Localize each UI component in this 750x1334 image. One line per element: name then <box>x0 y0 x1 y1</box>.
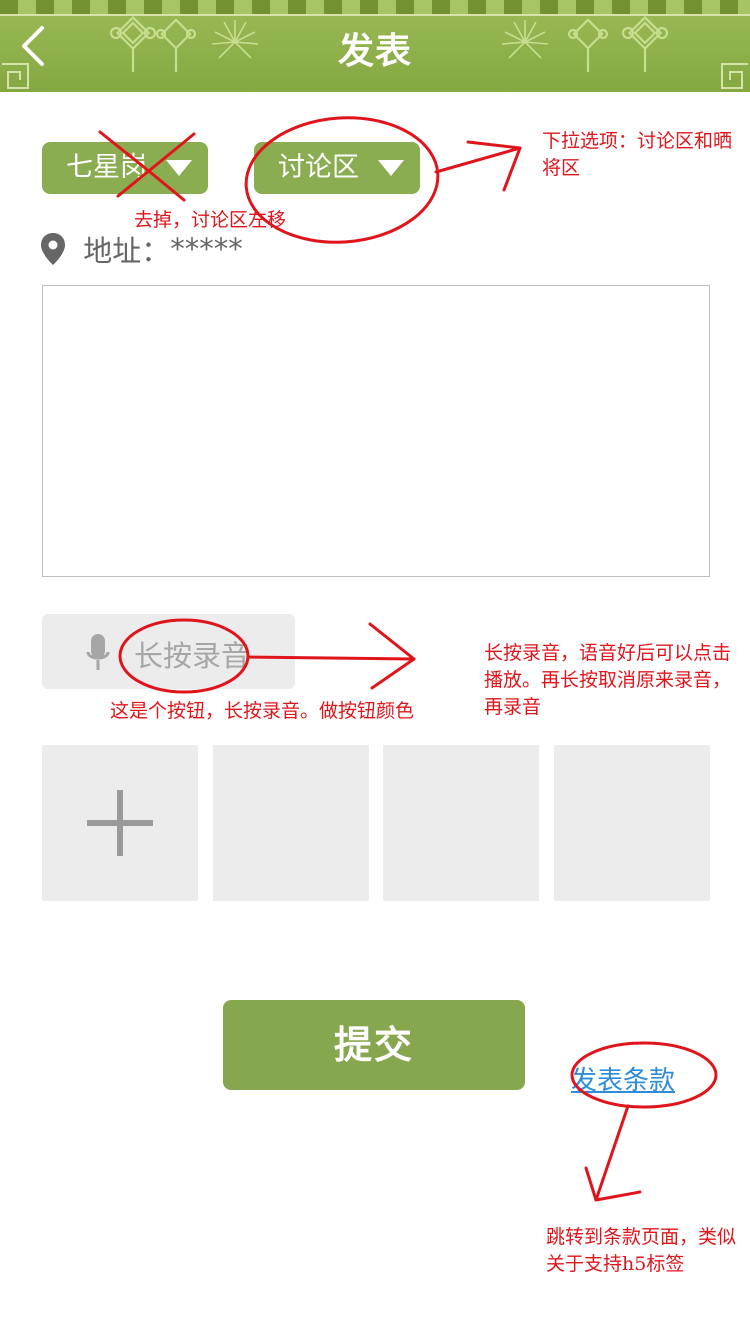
annotation-record-note: 长按录音，语音好后可以点击播放。再长按取消原来录音，再录音 <box>484 642 732 718</box>
plus-icon <box>117 790 123 856</box>
triangle-down-icon <box>166 160 192 176</box>
address-row: 地址：***** <box>40 228 243 268</box>
triangle-down-icon <box>378 160 404 176</box>
record-voice-button[interactable]: 长按录音 <box>42 614 295 689</box>
header-bar: 发表 <box>0 0 750 92</box>
annotation-button-note: 这是个按钮，长按录音。做按钮颜色 <box>110 700 415 722</box>
address-value: ***** <box>170 232 243 266</box>
add-image-button[interactable] <box>42 745 198 901</box>
location-select-label: 七星岗 <box>66 152 147 183</box>
image-slot <box>383 745 539 901</box>
page-title: 发表 <box>337 31 412 72</box>
record-voice-label: 长按录音 <box>134 639 251 673</box>
microphone-icon <box>86 634 110 670</box>
location-pin-icon <box>41 233 65 265</box>
decorative-fringe <box>0 0 750 14</box>
location-select[interactable]: 七星岗 <box>42 142 208 194</box>
content-textarea[interactable] <box>42 285 710 577</box>
image-slot <box>213 745 369 901</box>
arrow-head <box>584 1166 642 1202</box>
arrow-head <box>466 140 522 192</box>
submit-button[interactable]: 提交 <box>223 1000 525 1090</box>
annotation-dropdown-note: 下拉选项：讨论区和晒将区 <box>542 130 733 179</box>
annotation-remove-note: 去掉，讨论区左移 <box>134 209 287 231</box>
terms-link[interactable]: 发表条款 <box>571 1060 675 1097</box>
arrow-head <box>368 622 416 690</box>
annotation-terms-note: 跳转到条款页面，类似关于支持h5标签 <box>546 1226 737 1275</box>
board-select-label: 讨论区 <box>278 152 359 183</box>
arrow-line <box>594 1104 630 1202</box>
image-slot <box>554 745 710 901</box>
board-select[interactable]: 讨论区 <box>254 142 420 194</box>
address-label: 地址： <box>83 234 171 268</box>
arrow-line <box>434 146 522 174</box>
